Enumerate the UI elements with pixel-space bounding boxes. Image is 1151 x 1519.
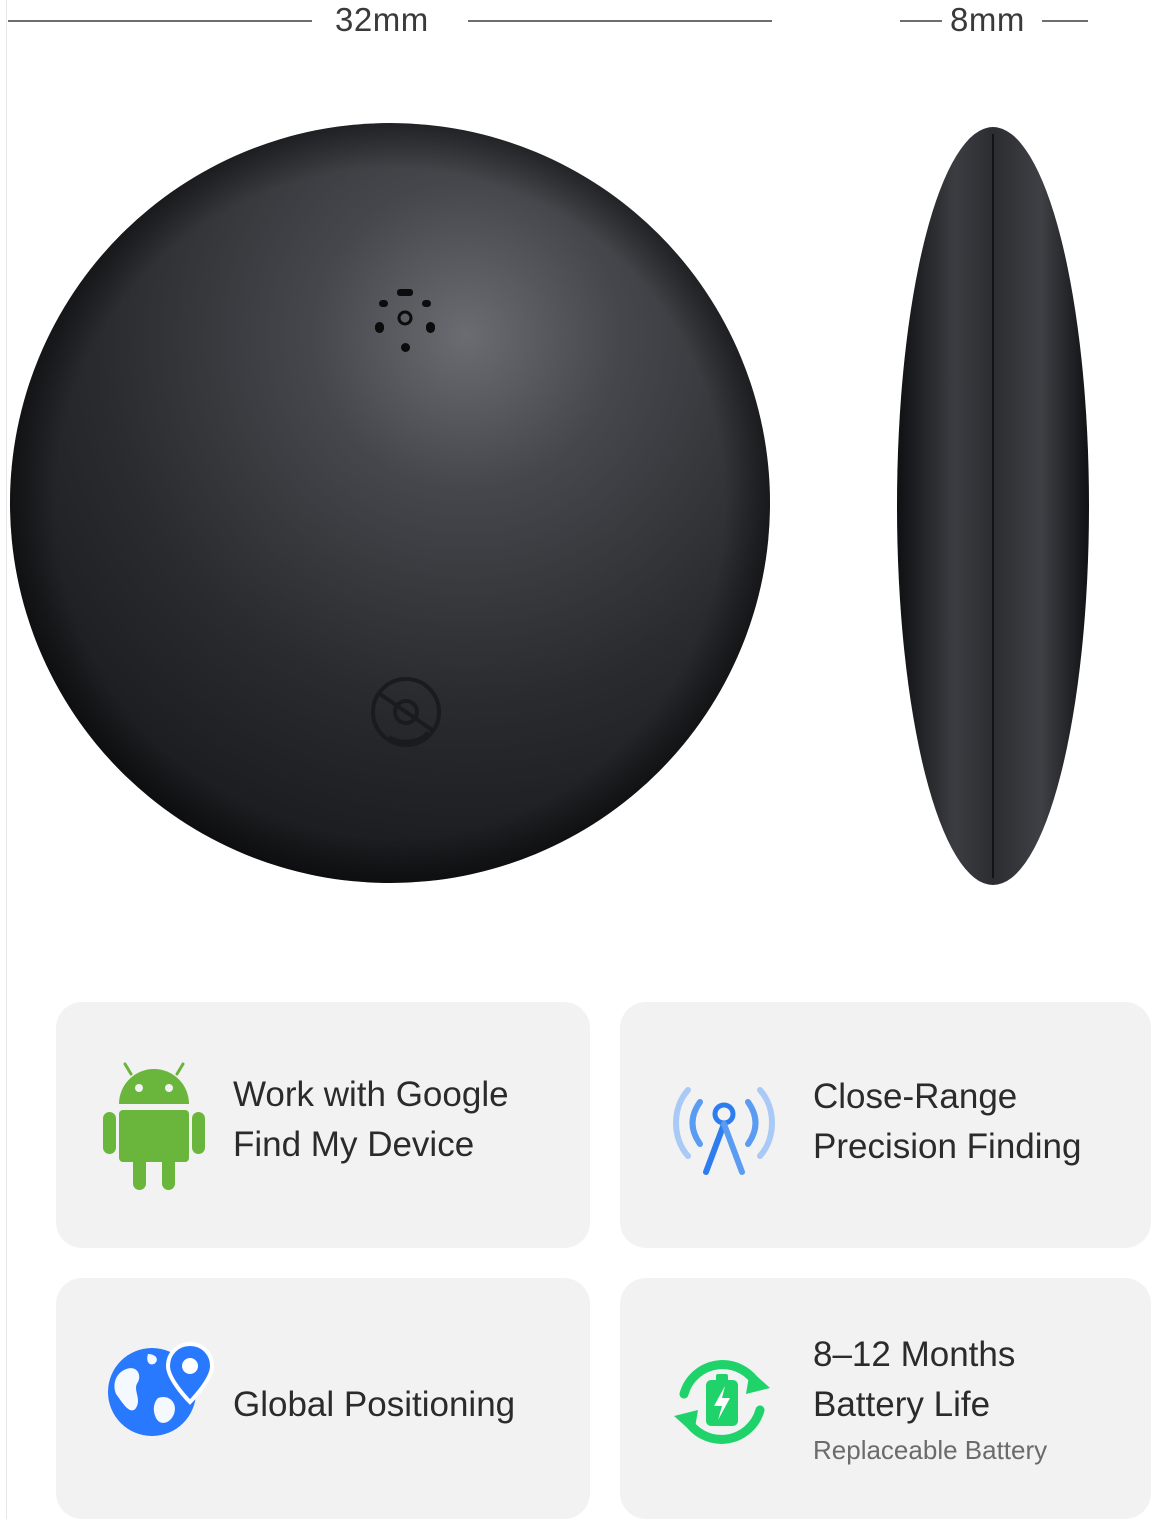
feature-card-global: Global Positioning [56, 1278, 590, 1519]
feature-battery-line-2: Battery Life [813, 1385, 991, 1424]
feature-google-line-1: Work with Google [233, 1075, 509, 1114]
feature-battery-subtext: Replaceable Battery [813, 1435, 1048, 1465]
feature-card-battery: 8–12 Months Battery Life Replaceable Bat… [620, 1278, 1151, 1519]
page-edge [6, 0, 7, 1519]
thickness-dimension-label: 8mm [950, 1, 1025, 38]
battery-recycle-icon [666, 1350, 778, 1459]
android-icon [101, 1060, 207, 1197]
thickness-dimension-line-right [1042, 20, 1088, 22]
feature-precision-line-2: Precision Finding [813, 1127, 1082, 1166]
signal-antenna-icon [666, 1074, 782, 1183]
width-dimension-line-left [8, 20, 312, 22]
feature-card-precision: Close-Range Precision Finding [620, 1002, 1151, 1248]
feature-google-line-2: Find My Device [233, 1125, 475, 1164]
tracker-front-image [8, 122, 773, 884]
feature-global-line-1: Global Positioning [233, 1385, 516, 1424]
feature-card-google: Work with Google Find My Device [56, 1002, 590, 1248]
width-dimension-line-right [468, 20, 772, 22]
thickness-dimension-line-left [900, 20, 942, 22]
globe-location-icon [102, 1341, 216, 1443]
tracker-side-image [895, 126, 1091, 886]
feature-battery-line-1: 8–12 Months [813, 1335, 1016, 1374]
width-dimension-label: 32mm [335, 1, 429, 38]
feature-precision-line-1: Close-Range [813, 1077, 1018, 1116]
